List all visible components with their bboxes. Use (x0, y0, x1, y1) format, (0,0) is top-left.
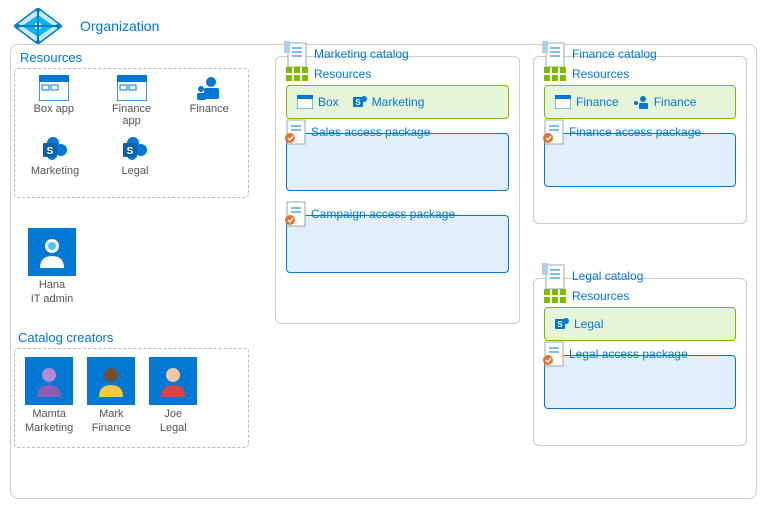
sharepoint-icon: S (353, 95, 367, 109)
resource-item: S Marketing (25, 135, 85, 177)
resource-item: Finance app (103, 75, 161, 127)
catalog-icon (282, 39, 308, 69)
catalog-resources-title: Resources (572, 67, 746, 81)
resources-grid-icon (544, 289, 566, 311)
catalog-header: Legal catalog (540, 261, 643, 291)
catalog-header: Finance catalog (540, 39, 657, 69)
catalog-icon (540, 39, 566, 69)
app-icon (555, 95, 571, 109)
admin-user: HanaIT admin (28, 228, 76, 307)
access-package: Campaign access package (286, 215, 509, 273)
catalog-icon (540, 261, 566, 291)
resources-title: Resources (20, 50, 82, 65)
access-package: Finance access package (544, 133, 736, 187)
app-icon (117, 75, 147, 101)
package-header: Campaign access package (283, 200, 455, 228)
svg-text:S: S (557, 320, 563, 329)
creators-box: MamtaMarketing MarkFinance JoeLegal (14, 348, 249, 448)
svg-text:S: S (127, 146, 134, 157)
creators-title: Catalog creators (18, 330, 113, 345)
catalog-resource-item: Finance (555, 95, 619, 109)
catalog-resource-item: SMarketing (353, 95, 425, 109)
creator-item: MamtaMarketing (25, 357, 73, 439)
sharepoint-icon: S (41, 135, 69, 163)
package-icon (283, 200, 307, 228)
avatar-icon (28, 228, 76, 276)
catalog-resources-title: Resources (572, 289, 746, 303)
resource-item: Finance (180, 75, 238, 127)
svg-text:S: S (355, 98, 361, 107)
catalog-resources-title: Resources (314, 67, 519, 81)
group-icon (195, 75, 223, 101)
catalog-marketing: Marketing catalog Resources Box SMarketi… (275, 56, 520, 324)
sharepoint-icon: S (555, 317, 569, 331)
resources-grid-icon (544, 67, 566, 89)
avatar-icon (149, 357, 197, 405)
resource-item: Box app (25, 75, 83, 127)
package-icon (283, 118, 307, 146)
svg-text:S: S (47, 146, 54, 157)
creator-item: MarkFinance (87, 357, 135, 439)
app-icon (39, 75, 69, 101)
organization-label: Organization (80, 18, 159, 34)
catalog-resource-item: Box (297, 95, 339, 109)
package-header: Sales access package (283, 118, 430, 146)
catalog-resource-item: SLegal (555, 317, 603, 331)
package-header: Finance access package (541, 118, 701, 146)
package-header: Legal access package (541, 340, 688, 368)
access-package: Legal access package (544, 355, 736, 409)
resource-item: S Legal (105, 135, 165, 177)
sharepoint-icon: S (121, 135, 149, 163)
organization-icon (14, 8, 62, 44)
access-package: Sales access package (286, 133, 509, 191)
catalog-finance: Finance catalog Resources Finance Financ… (533, 56, 747, 224)
catalog-legal: Legal catalog Resources SLegal Legal acc… (533, 278, 747, 446)
resources-box: Box app Finance app Finance S Marketing … (14, 68, 249, 198)
diagram-root: Organization Resources Box app Finance a… (0, 0, 767, 508)
catalog-resources-box: SLegal (544, 307, 736, 341)
creator-item: JoeLegal (149, 357, 197, 439)
catalog-header: Marketing catalog (282, 39, 409, 69)
package-icon (541, 118, 565, 146)
group-icon (633, 95, 649, 109)
avatar-icon (25, 357, 73, 405)
catalog-resource-item: Finance (633, 95, 697, 109)
package-icon (541, 340, 565, 368)
resources-grid-icon (286, 67, 308, 89)
avatar-icon (87, 357, 135, 405)
catalog-resources-box: Box SMarketing (286, 85, 509, 119)
catalog-resources-box: Finance Finance (544, 85, 736, 119)
app-icon (297, 95, 313, 109)
